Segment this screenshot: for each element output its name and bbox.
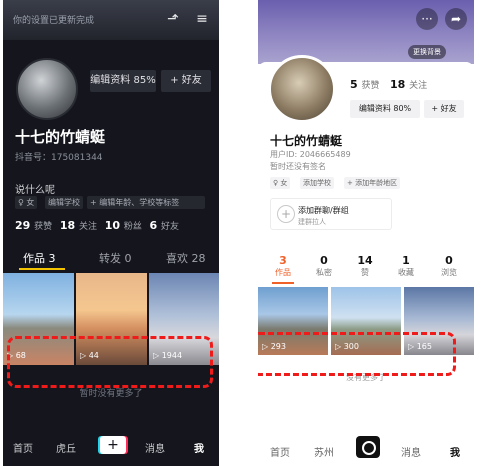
tab-label: 收藏 [398, 268, 414, 277]
group-title: 添加群聊/群组 [298, 206, 349, 215]
following-count[interactable]: 18 [60, 219, 75, 232]
share-icon[interactable]: ➦ [445, 8, 467, 30]
top-tip: 你的设置已更新完成 [13, 16, 95, 26]
nav-home[interactable]: 首页 [13, 440, 33, 455]
tab-works[interactable]: 作品 3 [23, 250, 56, 266]
avatar[interactable] [16, 58, 78, 120]
likes-label: 获赞 [361, 81, 380, 91]
tab-count: 1 [402, 254, 410, 267]
likes-count[interactable]: 29 [15, 219, 30, 232]
highlight-box [258, 332, 456, 376]
avatar[interactable] [268, 55, 336, 123]
tab-label: 私密 [316, 268, 332, 277]
nav-messages[interactable]: 消息 [401, 444, 421, 459]
nav-city[interactable]: 虎丘 [56, 440, 76, 455]
left-phone-profile: 你的设置已更新完成 ⬏ ≡ 编辑资料 85% + 好友 十七的竹蜻蜓 抖音号：1… [3, 0, 219, 466]
following-count: 18 [390, 78, 406, 91]
add-school-tag[interactable]: 添加学校 [300, 177, 334, 189]
add-friend-button[interactable]: + 好友 [424, 100, 464, 118]
change-background-button[interactable]: 更换背景 [408, 45, 446, 59]
tab-label: 赞 [361, 268, 369, 277]
username: 十七的竹蜻蜓 [15, 128, 106, 146]
tab-history[interactable]: 0 浏览 [431, 254, 467, 278]
user-id: 用户ID: 2046665489 [270, 150, 351, 159]
tab-liked[interactable]: 14 赞 [347, 254, 383, 278]
followers-count[interactable]: 10 [105, 219, 120, 232]
bio[interactable]: 说什么呢 [15, 181, 55, 196]
friends-count[interactable]: 6 [150, 219, 158, 232]
tab-favorites[interactable]: 1 收藏 [388, 254, 424, 278]
following-label: 关注 [79, 222, 98, 232]
share-icon[interactable]: ⬏ [164, 10, 182, 28]
tab-label: 作品 [275, 268, 291, 277]
followers-label: 粉丝 [123, 222, 142, 232]
gender-tag[interactable]: ♀ 女 [270, 177, 291, 189]
menu-icon[interactable]: ≡ [193, 10, 211, 28]
tab-works[interactable]: 3 作品 [265, 254, 301, 278]
following-stat[interactable]: 18 关注 [390, 78, 427, 91]
stats-row: 29 获赞 18 关注 10 粉丝 6 好友 [15, 219, 179, 232]
active-tab-indicator [19, 268, 65, 270]
nav-messages[interactable]: 消息 [145, 440, 165, 455]
add-friend-button[interactable]: + 好友 [161, 70, 211, 92]
signature[interactable]: 暂时还没有签名 [270, 161, 326, 172]
gender-tag[interactable]: ♀ 女 [15, 196, 38, 209]
tab-label: 浏览 [441, 268, 457, 277]
nav-me[interactable]: 我 [450, 444, 460, 459]
tab-count: 3 [279, 254, 287, 267]
create-button[interactable]: + [100, 436, 126, 454]
highlight-box [7, 336, 213, 388]
edit-profile-button[interactable]: 编辑资料 85% [90, 70, 156, 92]
douyin-id: 抖音号：175081344 [15, 153, 103, 163]
right-phone-profile: ··· ➦ 更换背景 5 获赞 18 关注 编辑资料 80% + 好友 十七的竹… [258, 0, 474, 466]
add-tags[interactable]: + 编辑年龄、学校等标签 [87, 196, 205, 209]
friends-label: 好友 [161, 222, 180, 232]
tab-likes[interactable]: 喜欢 28 [166, 250, 206, 266]
camera-icon [362, 441, 376, 455]
username: 十七的竹蜻蜓 [270, 134, 343, 148]
add-age-tag[interactable]: + 添加年龄地区 [344, 177, 401, 189]
plus-icon: + [277, 205, 295, 223]
following-label: 关注 [409, 81, 428, 91]
tab-count: 14 [357, 254, 373, 267]
nav-city[interactable]: 苏州 [314, 444, 334, 459]
tab-count: 0 [445, 254, 453, 267]
more-icon[interactable]: ··· [416, 8, 438, 30]
school-tag[interactable]: 编辑学校 [45, 196, 83, 209]
tab-count: 0 [320, 254, 328, 267]
likes-count: 5 [350, 78, 358, 91]
create-button[interactable] [356, 436, 380, 458]
edit-profile-button[interactable]: 编辑资料 80% [350, 100, 420, 118]
nav-home[interactable]: 首页 [270, 444, 290, 459]
nav-me[interactable]: 我 [194, 440, 204, 455]
likes-stat[interactable]: 5 获赞 [350, 78, 380, 91]
active-tab-indicator [272, 282, 294, 284]
likes-label: 获赞 [34, 222, 53, 232]
tab-reposts[interactable]: 转发 0 [99, 250, 132, 266]
group-subtitle: 建群拉人 [298, 218, 326, 226]
tab-private[interactable]: 0 私密 [306, 254, 342, 278]
